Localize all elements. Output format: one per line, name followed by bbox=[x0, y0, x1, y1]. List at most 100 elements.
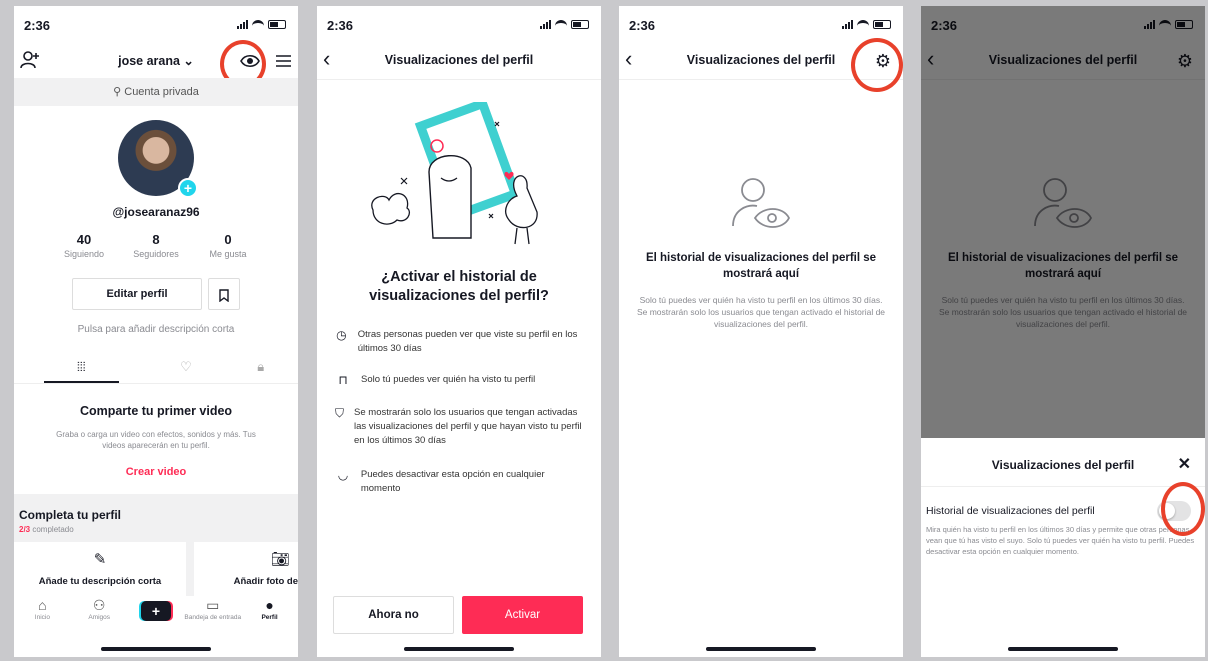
wifi-icon bbox=[252, 19, 264, 29]
feature-text: Otras personas pueden ver que viste su p… bbox=[357, 329, 578, 354]
stat-label: Seguidores bbox=[133, 249, 179, 259]
empty-state-title: El historial de visualizaciones del perf… bbox=[645, 252, 877, 280]
complete-profile-section: Completa tu perfil 2/3 completado ✎ Añad… bbox=[14, 494, 298, 599]
tab-private[interactable]: 🔒︎ bbox=[223, 354, 298, 383]
home-indicator bbox=[706, 647, 816, 651]
bookmark-icon bbox=[219, 289, 229, 303]
signal-icon bbox=[237, 19, 248, 29]
tab-create[interactable]: + bbox=[128, 596, 185, 632]
modal-overlay[interactable] bbox=[921, 6, 1205, 438]
card-label: Añade tu descripción corta bbox=[38, 576, 162, 587]
stat-followers[interactable]: 8 Seguidores bbox=[126, 232, 186, 259]
clock-icon: ◷ bbox=[336, 328, 347, 342]
tab-label: Bandeja de entrada bbox=[184, 614, 242, 621]
card-add-photo[interactable]: 📷︎ Añadir foto de bbox=[194, 542, 298, 599]
tab-home[interactable]: ⌂ Inicio bbox=[14, 596, 71, 632]
tab-label: Amigos bbox=[88, 614, 111, 621]
progress-suffix: completado bbox=[30, 525, 74, 534]
bookmark-button[interactable] bbox=[208, 278, 240, 310]
battery-icon bbox=[873, 19, 891, 29]
clock: 2:36 bbox=[24, 18, 51, 33]
status-bar: 2:36 bbox=[14, 6, 298, 42]
profile-tabs: ⦙⦙⦙ ♡ 🔒︎ bbox=[14, 354, 298, 384]
feature-item: ⊓ Solo tú puedes ver quién ha visto tu pe… bbox=[335, 373, 585, 387]
lock-icon: ⊓ bbox=[338, 373, 348, 387]
feature-item: ◷ Otras personas pueden ver que viste su … bbox=[335, 328, 585, 356]
feature-item: ◡ Puedes desactivar esta opción en cualqu… bbox=[335, 468, 585, 496]
add-photo-icon[interactable]: + bbox=[178, 178, 198, 198]
home-indicator bbox=[101, 647, 211, 651]
tab-videos[interactable]: ⦙⦙⦙ bbox=[44, 354, 119, 383]
stat-following[interactable]: 40 Siguiendo bbox=[54, 232, 114, 259]
clock: 2:36 bbox=[327, 18, 354, 33]
clock: 2:36 bbox=[629, 18, 656, 33]
empty-state-description: Solo tú puedes ver quién ha visto tu per… bbox=[636, 295, 886, 329]
progress-count: 2/3 bbox=[19, 525, 31, 534]
private-label: Cuenta privada bbox=[124, 86, 199, 98]
camera-icon: 📷︎ bbox=[270, 551, 290, 568]
tab-friends[interactable]: ⚇ Amigos bbox=[71, 596, 128, 632]
heart-lock-icon: ♡ bbox=[180, 359, 192, 374]
divider bbox=[921, 486, 1205, 487]
edit-profile-button[interactable]: Editar perfil bbox=[72, 278, 202, 310]
battery-icon bbox=[268, 19, 286, 29]
private-account-banner: ⚲ Cuenta privada bbox=[14, 78, 298, 106]
plus-icon: + bbox=[140, 601, 171, 621]
complete-title: Completa tu perfil bbox=[19, 508, 122, 522]
signal-icon bbox=[540, 19, 551, 29]
feature-item: ⛉ Se mostrarán solo los usuarios que teng… bbox=[335, 406, 585, 448]
annotation-circle bbox=[1161, 482, 1205, 536]
bio-hint[interactable]: Pulsa para añadir descripción corta bbox=[14, 324, 298, 335]
user-handle: @josearanaz96 bbox=[112, 205, 200, 219]
feature-text: Solo tú puedes ver quién ha visto tu per… bbox=[361, 374, 536, 385]
feature-text: Puedes desactivar esta opción en cualqui… bbox=[360, 469, 545, 494]
stat-likes[interactable]: 0 Me gusta bbox=[198, 232, 258, 259]
home-icon: ⌂ bbox=[38, 597, 47, 613]
shield-icon: ⛉ bbox=[335, 406, 345, 420]
feature-text: Se mostrarán solo los usuarios que tenga… bbox=[354, 407, 582, 446]
settings-sheet: Visualizaciones del perfil ✕ Historial d… bbox=[921, 438, 1205, 657]
profile-views-settings-screen: 2:36 ‹ Visualizaciones del perfil ⚙︎ El … bbox=[921, 6, 1205, 657]
close-icon[interactable]: ✕ bbox=[1178, 454, 1191, 474]
username: jose arana bbox=[118, 54, 180, 68]
grid-icon: ⦙⦙⦙ bbox=[76, 359, 86, 374]
annotation-circle bbox=[851, 38, 903, 92]
card-add-bio[interactable]: ✎ Añade tu descripción corta bbox=[14, 542, 186, 599]
lock-user-icon: ⚲ bbox=[113, 86, 125, 98]
not-now-button[interactable]: Ahora no bbox=[333, 596, 454, 634]
tab-label: Inicio bbox=[34, 614, 50, 621]
tab-liked[interactable]: ♡ bbox=[149, 354, 224, 383]
profile-screen: 2:36 jose arana ⌄ ⚲ Cuenta privada + @jo… bbox=[14, 6, 298, 657]
friends-icon: ⚇ bbox=[92, 597, 106, 613]
chevron-down-icon: ⌄ bbox=[183, 54, 194, 68]
status-bar: 2:36 bbox=[317, 6, 601, 42]
stat-value: 8 bbox=[152, 232, 160, 247]
complete-progress: 2/3 completado bbox=[19, 525, 74, 534]
bottom-tab-bar: ⌂ Inicio ⚇ Amigos + ▭ Bandeja de entrada ● P… bbox=[14, 596, 298, 632]
inbox-icon: ▭ bbox=[206, 597, 220, 613]
menu-icon[interactable] bbox=[276, 55, 291, 67]
status-bar: 2:36 bbox=[619, 6, 903, 42]
status-icons bbox=[842, 19, 891, 29]
setting-label: Historial de visualizaciones del perfil bbox=[926, 505, 1095, 517]
edit-note-icon: ✎ bbox=[93, 551, 107, 568]
status-icons bbox=[237, 19, 286, 29]
profile-views-screen: 2:36 ‹ Visualizaciones del perfil ⚙︎ El … bbox=[619, 6, 903, 657]
wifi-icon bbox=[857, 19, 869, 29]
profile-eye-icon bbox=[732, 178, 791, 228]
question-title: ¿Activar el historial de visualizaciones… bbox=[369, 269, 549, 304]
sheet-title: Visualizaciones del perfil bbox=[991, 458, 1135, 472]
share-title: Comparte tu primer video bbox=[79, 404, 233, 418]
create-video-link[interactable]: Crear video bbox=[14, 466, 298, 478]
tab-inbox[interactable]: ▭ Bandeja de entrada bbox=[184, 596, 241, 632]
stat-value: 40 bbox=[76, 232, 92, 247]
signal-icon bbox=[842, 19, 853, 29]
setting-description: Mira quién ha visto tu perfil en los últ… bbox=[926, 525, 1195, 556]
card-label: Añadir foto de bbox=[233, 576, 298, 587]
profile-icon: ● bbox=[265, 597, 274, 613]
activate-button[interactable]: Activar bbox=[462, 596, 583, 634]
tab-profile[interactable]: ● Perfil bbox=[241, 596, 298, 632]
share-subtitle: Graba o carga un video con efectos, soni… bbox=[56, 430, 256, 450]
stat-label: Me gusta bbox=[209, 249, 247, 259]
profile-stats: 40 Siguiendo 8 Seguidores 0 Me gusta bbox=[54, 232, 258, 259]
